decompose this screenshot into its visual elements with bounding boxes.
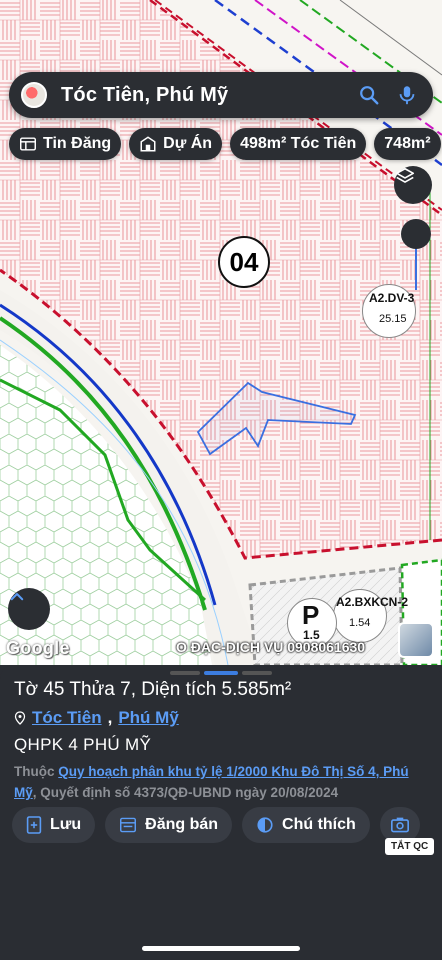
desc-suffix: , Quyết định số 4373/QĐ-UBND ngày 20/08/… bbox=[32, 785, 339, 800]
sheet-handle-right bbox=[242, 671, 272, 675]
chevron-up-icon bbox=[10, 593, 24, 601]
camera-icon bbox=[390, 817, 409, 833]
layers-button[interactable] bbox=[394, 166, 432, 204]
parking-symbol: P bbox=[302, 600, 320, 630]
location-separator: , bbox=[107, 708, 113, 727]
post-sale-button[interactable]: Đăng bán bbox=[105, 807, 233, 843]
plan-name: QHPK 4 PHÚ MỸ bbox=[14, 735, 152, 754]
building-icon bbox=[140, 136, 156, 152]
photo-thumbnail[interactable] bbox=[398, 622, 434, 658]
sheet-handle-left bbox=[170, 671, 200, 675]
action-label: Chú thích bbox=[282, 816, 356, 833]
desc-prefix: Thuộc bbox=[14, 764, 55, 779]
zone-a2dv-code: A2.DV-3 bbox=[369, 291, 415, 305]
action-buttons: Lưu Đăng bán Chú thích bbox=[12, 807, 420, 843]
opacity-slider-knob[interactable] bbox=[401, 219, 431, 249]
parcel-info-sheet: Tờ 45 Thửa 7, Diện tích 5.585m² Tóc Tiên… bbox=[0, 665, 442, 960]
location-pin-icon bbox=[14, 711, 26, 725]
action-label: Đăng bán bbox=[145, 816, 219, 833]
filter-chips: Tin Đăng Dự Án 498m² Tóc Tiên 748m² bbox=[9, 128, 441, 160]
watermark-text: O ĐẠC-DỊCH VỤ 0908061630 bbox=[176, 639, 366, 655]
parcel-title: Tờ 45 Thửa 7, Diện tích 5.585m² bbox=[14, 679, 292, 700]
location-link-phu-my[interactable]: Phú Mỹ bbox=[118, 708, 178, 728]
chip-label: 748m² bbox=[384, 135, 431, 152]
home-indicator[interactable] bbox=[142, 946, 300, 951]
save-button[interactable]: Lưu bbox=[12, 807, 96, 843]
chip-498m2[interactable]: 498m² Tóc Tiên bbox=[230, 128, 367, 160]
zone-a2bx-code: A2.BXKCN-2 bbox=[336, 595, 409, 609]
action-label: Lưu bbox=[50, 816, 82, 833]
chip-label: Tin Đăng bbox=[43, 135, 112, 152]
zone-a2bx-value: 1.54 bbox=[349, 617, 371, 629]
zone-a2dv-value: 25.15 bbox=[379, 313, 407, 325]
sell-icon bbox=[120, 817, 137, 833]
avatar[interactable] bbox=[21, 82, 47, 108]
search-icon[interactable] bbox=[357, 83, 381, 107]
chip-label: Dự Án bbox=[163, 135, 213, 152]
listing-icon bbox=[20, 137, 36, 151]
legend-icon bbox=[257, 817, 273, 833]
hide-ads-badge[interactable]: TẮT QC bbox=[385, 838, 435, 855]
legend-button[interactable]: Chú thích bbox=[242, 807, 370, 843]
zone-number-label: 04 bbox=[218, 236, 270, 288]
google-attribution: Google bbox=[6, 638, 70, 658]
zone-number-text: 04 bbox=[229, 246, 259, 277]
location-link-toc-tien[interactable]: Tóc Tiên bbox=[32, 708, 102, 728]
parcel-location: Tóc Tiên, Phú Mỹ bbox=[14, 708, 179, 728]
layers-icon bbox=[395, 167, 415, 183]
chip-label: 498m² Tóc Tiên bbox=[240, 135, 357, 152]
search-bar[interactable]: Tóc Tiên, Phú Mỹ bbox=[9, 72, 433, 118]
expand-up-button[interactable] bbox=[8, 588, 50, 630]
sheet-handle[interactable] bbox=[204, 671, 238, 675]
save-icon bbox=[26, 816, 42, 834]
chip-tin-dang[interactable]: Tin Đăng bbox=[9, 128, 122, 160]
chip-748m2[interactable]: 748m² bbox=[374, 128, 441, 160]
mic-icon[interactable] bbox=[395, 83, 419, 107]
chip-du-an[interactable]: Dự Án bbox=[129, 128, 223, 160]
search-query-text[interactable]: Tóc Tiên, Phú Mỹ bbox=[61, 84, 357, 107]
plan-description: Thuộc Quy hoạch phân khu tỷ lệ 1/2000 Kh… bbox=[14, 761, 424, 803]
